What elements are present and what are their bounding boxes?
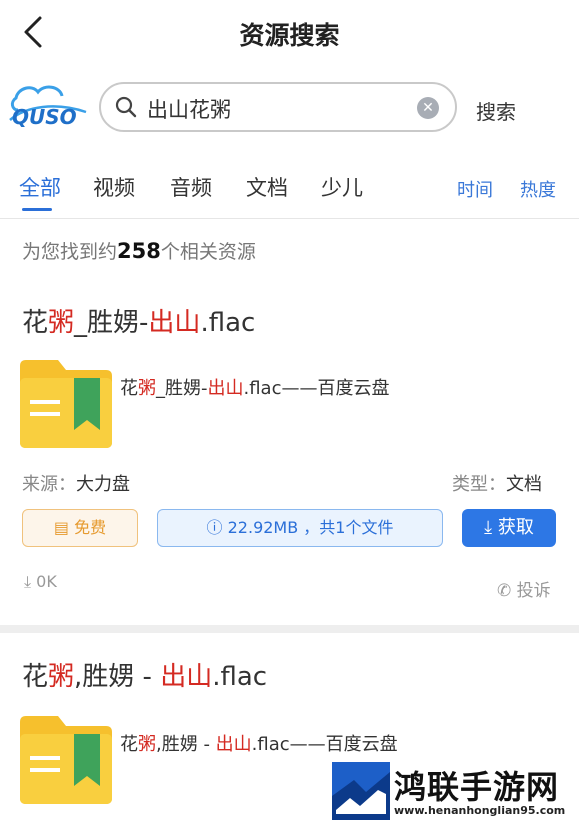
watermark-text: 鸿联手游网 (394, 768, 560, 806)
clear-icon[interactable]: ✕ (417, 97, 439, 119)
watermark-url: www.henanhonglian95.com (394, 804, 566, 817)
free-badge: ▤ 免费 (22, 509, 138, 547)
quso-logo: QUSO (9, 85, 87, 129)
phone-icon: ✆ (497, 581, 512, 601)
source-info: 来源：大力盘 (22, 474, 130, 495)
sort-by-hot[interactable]: 热度 (520, 176, 556, 202)
tab-all[interactable]: 全部 (19, 172, 61, 202)
result-title[interactable]: 花粥_胜娚-出山.flac (22, 302, 255, 339)
download-icon: ⤓ (484, 517, 493, 538)
download-count-icon: ⤓ (24, 572, 32, 591)
tab-audio[interactable]: 音频 (170, 172, 212, 202)
result-description: 花粥_胜娚-出山.flac——百度云盘 (120, 378, 390, 399)
report-link[interactable]: ✆ 投诉 (497, 576, 551, 601)
watermark-logo-icon (332, 762, 390, 820)
logo-text: QUSO (12, 105, 77, 129)
tab-document[interactable]: 文档 (246, 172, 288, 202)
search-icon (115, 96, 137, 118)
app-header: 资源搜索 (0, 0, 579, 64)
search-value[interactable]: 出山花粥 (147, 94, 231, 124)
section-divider (0, 625, 579, 633)
download-count: ⤓ 0K (24, 572, 57, 591)
result-count: 为您找到约258个相关资源 (22, 239, 256, 263)
coupon-icon: ▤ (53, 518, 69, 537)
type-info: 类型：文档 (452, 474, 542, 495)
sort-by-time[interactable]: 时间 (457, 176, 493, 202)
get-button[interactable]: ⤓ 获取 (462, 509, 556, 547)
result-title[interactable]: 花粥,胜娚 - 出山.flac (22, 656, 267, 693)
info-icon: ⓘ (206, 518, 223, 537)
search-button[interactable]: 搜索 (476, 96, 516, 125)
category-tabs: 全部 视频 音频 文档 少儿 时间 热度 (0, 160, 579, 219)
result-description: 花粥,胜娚 - 出山.flac——百度云盘 (120, 734, 398, 755)
tab-video[interactable]: 视频 (93, 172, 135, 202)
folder-icon (20, 716, 112, 804)
tab-kids[interactable]: 少儿 (321, 172, 363, 202)
page-title: 资源搜索 (239, 21, 340, 50)
search-input[interactable]: 出山花粥 ✕ (99, 82, 457, 132)
active-tab-indicator (22, 208, 52, 211)
watermark: 鸿联手游网 www.henanhonglian95.com (332, 760, 579, 823)
file-size-info: ⓘ 22.92MB ，共1个文件 (157, 509, 443, 547)
folder-icon (20, 360, 112, 448)
